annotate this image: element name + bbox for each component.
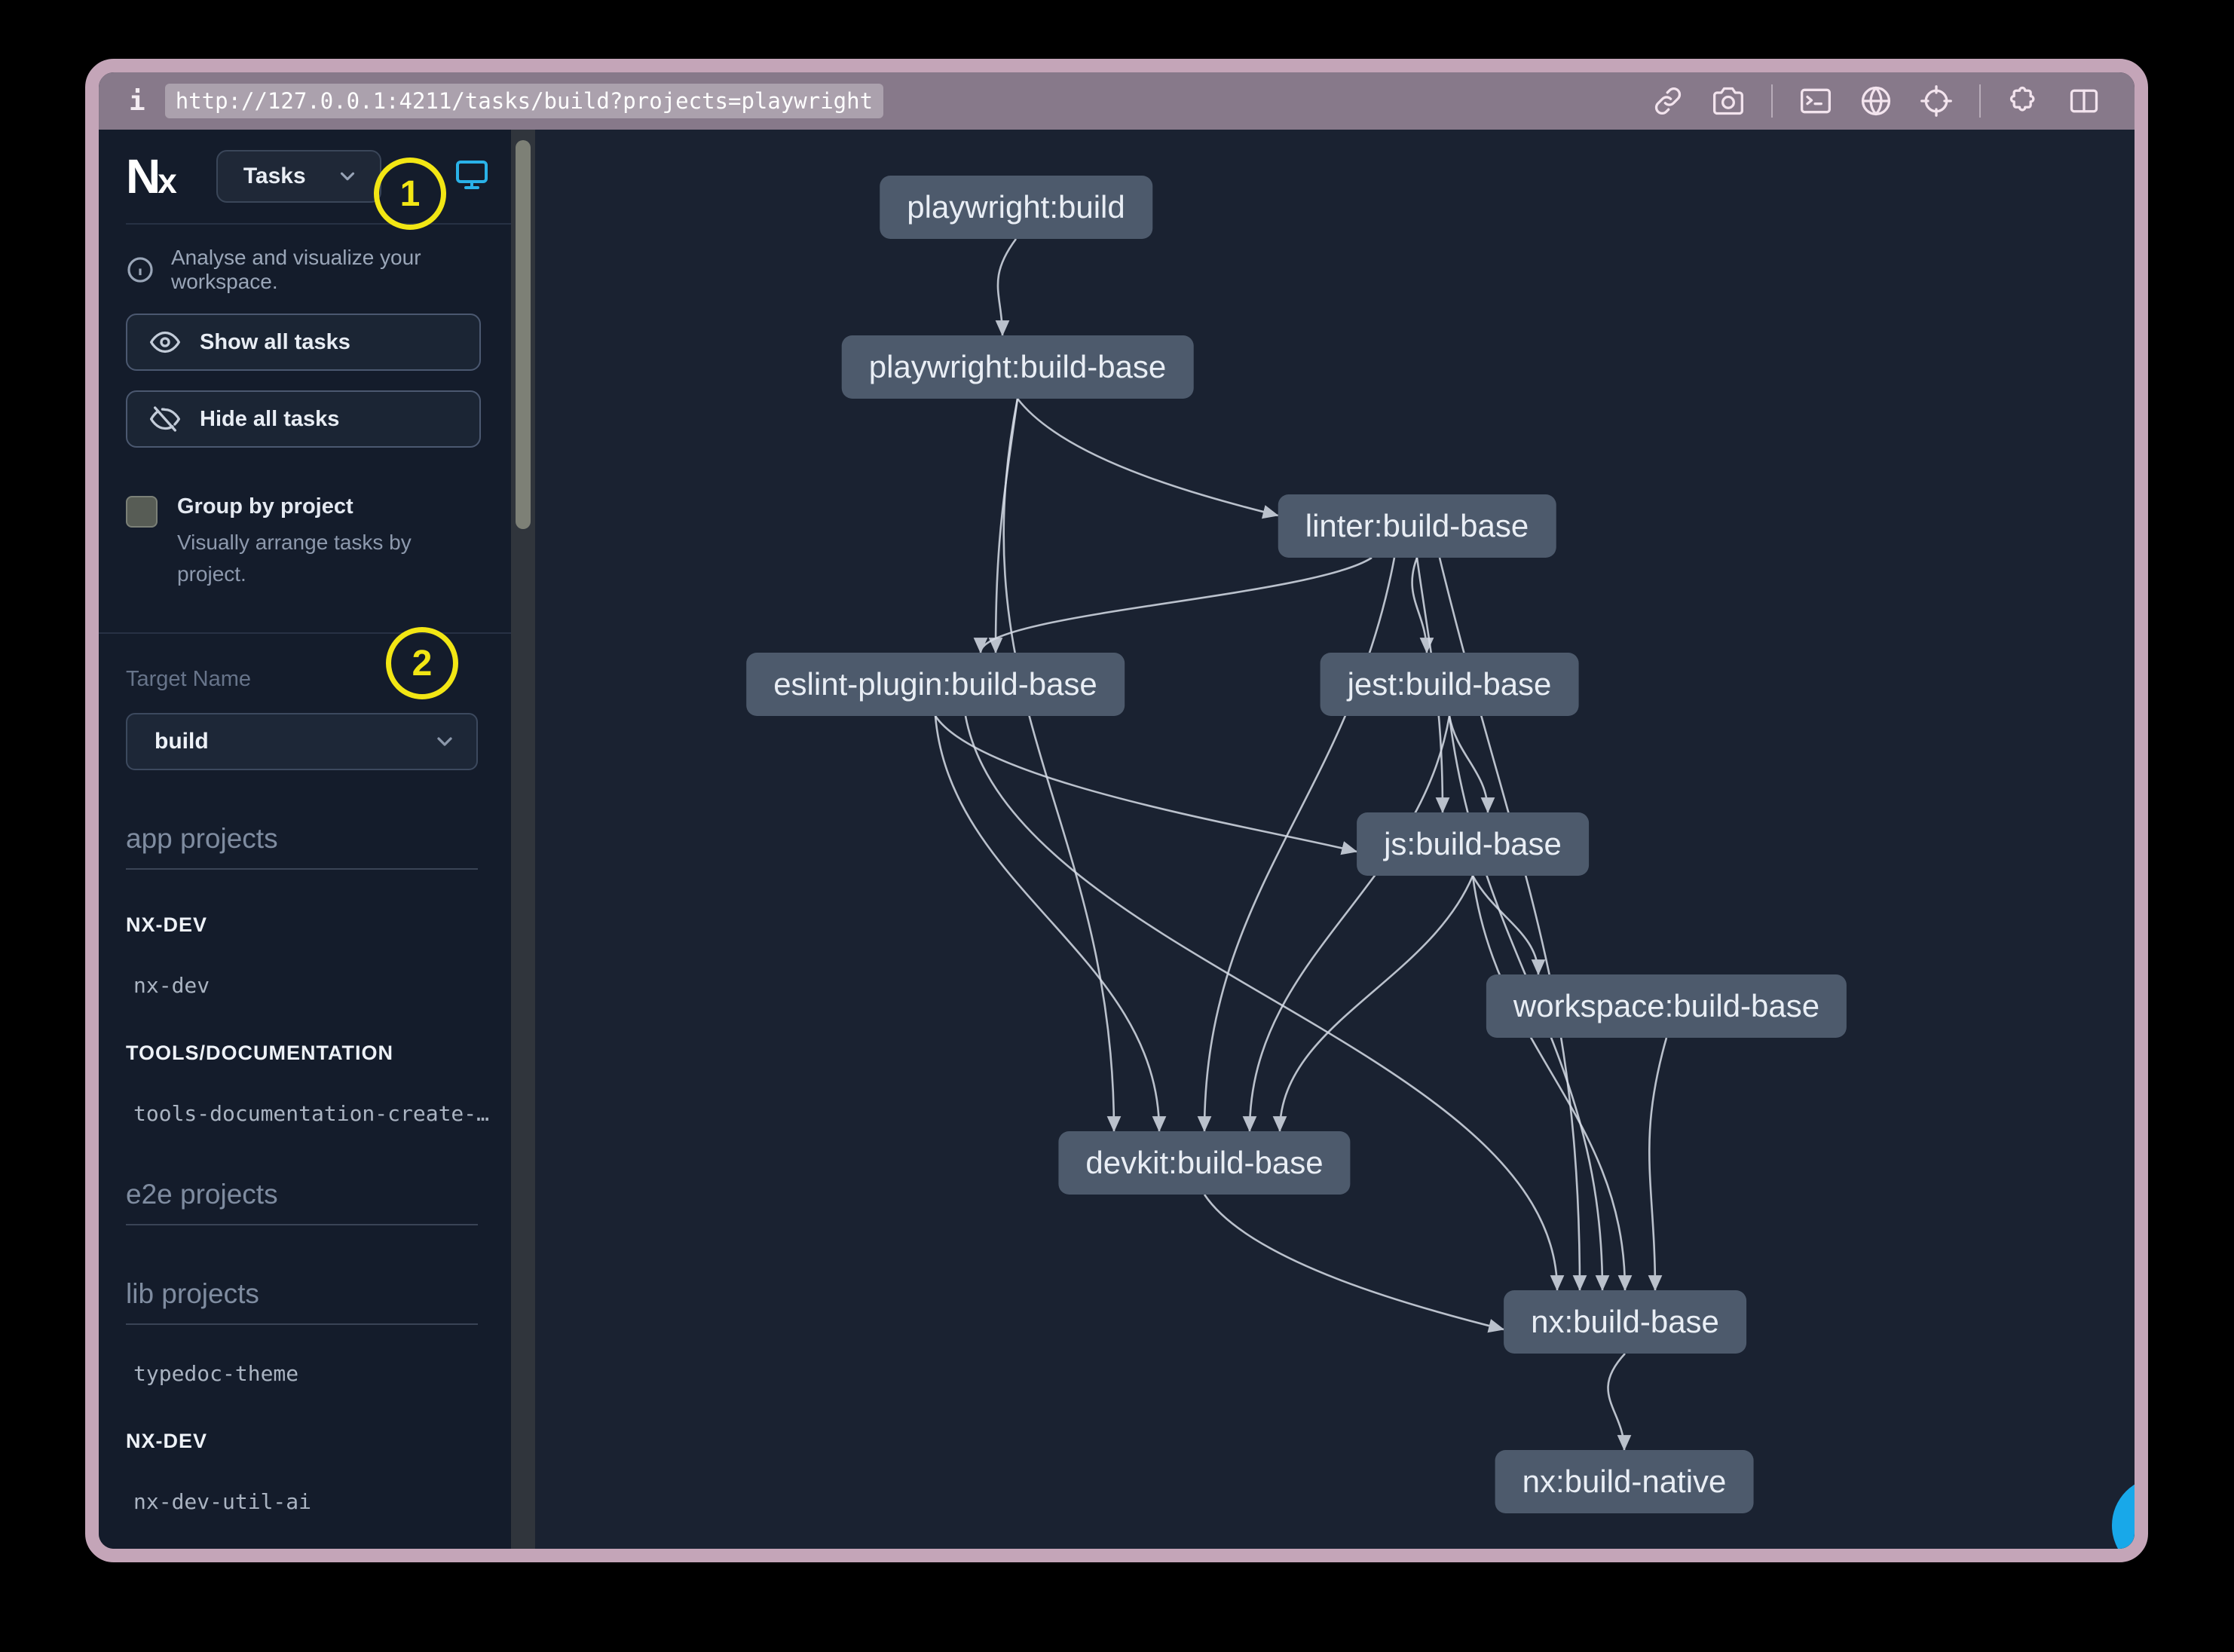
window-content: Nx Tasks Analyse and visualize your work… — [99, 130, 2135, 1549]
globe-icon[interactable] — [1859, 84, 1893, 118]
task-edge-pw-build-pw-build-base — [998, 239, 1016, 335]
group-by-project-checkbox[interactable] — [126, 496, 158, 528]
group-by-project-label: Group by project — [177, 494, 464, 519]
task-node-jest[interactable]: jest:build-base — [1321, 653, 1579, 716]
camera-icon[interactable] — [1711, 84, 1746, 118]
task-node-js[interactable]: js:build-base — [1357, 812, 1589, 876]
target-name-value: build — [155, 729, 209, 754]
task-edge-jest-devkit — [1250, 716, 1449, 1131]
crosshair-icon[interactable] — [1919, 84, 1954, 118]
project-sections: app projects NX-DEV nx-dev TOOLS/DOCUMENTAT… — [126, 823, 511, 1549]
task-edge-linter-eslint — [981, 558, 1372, 653]
puzzle-icon[interactable] — [2006, 84, 2041, 118]
project-section-heading: app projects — [126, 823, 478, 870]
task-edge-pw-build-base-devkit — [1004, 399, 1114, 1131]
project-section-heading: e2e projects — [126, 1179, 478, 1225]
titlebar-divider — [1979, 84, 1981, 118]
project-item[interactable]: tools-documentation-create-… — [133, 1101, 511, 1126]
url-field[interactable]: http://127.0.0.1:4211/tasks/build?projec… — [165, 84, 883, 118]
eye-off-icon — [150, 404, 180, 434]
annotation-circle-1: 1 — [374, 158, 446, 230]
project-item[interactable]: typedoc-theme — [133, 1361, 511, 1386]
task-node-pw-build[interactable]: playwright:build — [880, 176, 1152, 239]
show-all-tasks-button[interactable]: Show all tasks — [126, 314, 481, 371]
hide-all-tasks-button[interactable]: Hide all tasks — [126, 390, 481, 448]
task-edge-workspace-nx-base — [1649, 1038, 1666, 1290]
task-graph-edges — [535, 130, 2135, 1549]
project-group-title: TOOLS/DOCUMENTATION — [126, 1042, 511, 1065]
task-node-linter[interactable]: linter:build-base — [1278, 494, 1556, 558]
task-edge-js-devkit — [1280, 876, 1473, 1131]
sidebar-divider — [99, 632, 511, 634]
project-item[interactable]: nx-dev-util-ai — [133, 1489, 511, 1514]
task-edge-pw-build-base-linter — [1018, 399, 1278, 515]
group-by-project-row: Group by project Visually arrange tasks … — [126, 494, 478, 590]
task-edge-nx-base-nx-native — [1608, 1354, 1625, 1450]
task-edge-js-nx-base — [1473, 876, 1625, 1290]
annotation-circle-2: 2 — [386, 627, 458, 699]
info-icon — [126, 255, 155, 284]
task-node-devkit[interactable]: devkit:build-base — [1058, 1131, 1350, 1195]
task-edge-pw-build-base-eslint — [996, 399, 1018, 653]
browser-window: i http://127.0.0.1:4211/tasks/build?proj… — [85, 59, 2148, 1562]
task-node-nx-native[interactable]: nx:build-native — [1495, 1450, 1754, 1513]
monitor-icon[interactable] — [454, 157, 490, 197]
chevron-down-icon — [433, 730, 457, 754]
info-glyph: i — [129, 86, 145, 117]
mode-dropdown[interactable]: Tasks — [216, 150, 381, 203]
task-graph-canvas[interactable]: playwright:build playwright:build-base lin… — [535, 130, 2135, 1549]
project-item[interactable]: nx-dev — [133, 973, 511, 998]
task-edge-jest-js — [1449, 716, 1488, 812]
terminal-icon[interactable] — [1798, 84, 1833, 118]
link-icon[interactable] — [1651, 84, 1685, 118]
task-node-workspace[interactable]: workspace:build-base — [1486, 974, 1847, 1038]
hide-all-tasks-label: Hide all tasks — [200, 407, 339, 432]
group-by-project-description: Visually arrange tasks by project. — [177, 527, 464, 590]
sidebar: Nx Tasks Analyse and visualize your work… — [99, 130, 511, 1549]
eye-icon — [150, 327, 180, 357]
titlebar-icons — [1651, 84, 2101, 118]
task-node-eslint[interactable]: eslint-plugin:build-base — [746, 653, 1125, 716]
project-group-title: NX-DEV — [126, 1430, 511, 1453]
task-edge-devkit-nx-base — [1204, 1195, 1504, 1329]
workspace-subtitle: Analyse and visualize your workspace. — [171, 246, 488, 294]
project-group-title: NX-DEV — [126, 913, 511, 937]
target-name-select[interactable]: build — [126, 713, 478, 770]
nx-logo: Nx — [126, 148, 174, 204]
task-edge-eslint-js — [935, 716, 1357, 852]
split-view-icon[interactable] — [2067, 84, 2101, 118]
task-node-nx-base[interactable]: nx:build-base — [1504, 1290, 1746, 1354]
screenshot-stage: i http://127.0.0.1:4211/tasks/build?proj… — [0, 0, 2234, 1652]
titlebar-divider — [1771, 84, 1773, 118]
project-section-heading: lib projects — [126, 1278, 478, 1325]
task-node-pw-build-base[interactable]: playwright:build-base — [842, 335, 1194, 399]
sidebar-header: Nx Tasks — [126, 130, 511, 225]
download-icon — [2137, 1502, 2148, 1549]
sidebar-scrollbar-thumb[interactable] — [516, 140, 531, 529]
mode-dropdown-label: Tasks — [243, 164, 306, 189]
chevron-down-icon — [336, 165, 359, 188]
sidebar-scrollbar-track — [511, 130, 535, 1549]
browser-titlebar: i http://127.0.0.1:4211/tasks/build?proj… — [99, 72, 2135, 130]
show-all-tasks-label: Show all tasks — [200, 330, 350, 355]
workspace-subtitle-row: Analyse and visualize your workspace. — [126, 246, 488, 294]
